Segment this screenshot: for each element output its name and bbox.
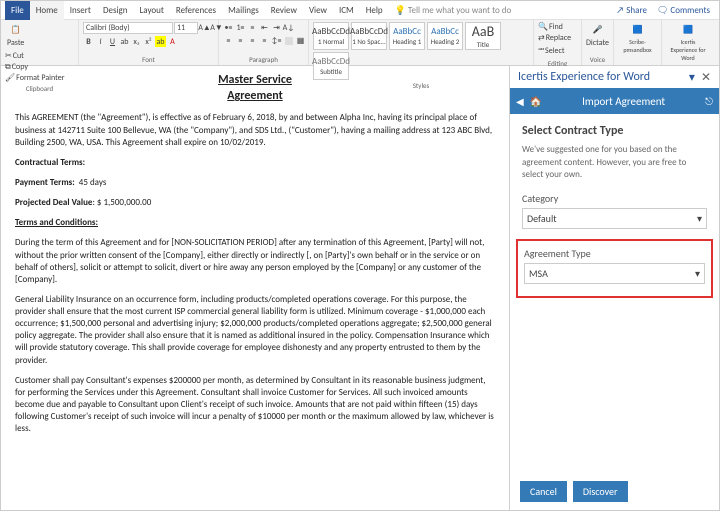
superscript-button[interactable]: x²: [143, 36, 154, 47]
pane-heading: Select Contract Type: [522, 124, 707, 138]
bold-button[interactable]: B: [83, 36, 94, 47]
indent-button[interactable]: ⇥: [271, 22, 282, 33]
font-color-button[interactable]: A: [167, 36, 178, 47]
addin-icon: 🟦: [631, 23, 645, 37]
line-spacing-button[interactable]: ↕≡: [271, 35, 282, 46]
category-label: Category: [522, 192, 707, 205]
find-icon: 🔍: [538, 22, 548, 32]
pane-title: Icertis Experience for Word: [518, 70, 650, 84]
tab-home[interactable]: Home: [30, 1, 64, 20]
align-right-button[interactable]: ≡: [247, 35, 258, 46]
group-voice: Voice: [586, 54, 609, 64]
tab-file[interactable]: File: [5, 1, 30, 20]
ribbon-tabs: File Home Insert Design Layout Reference…: [1, 1, 719, 20]
cut-icon: ✂: [5, 51, 12, 61]
paste-button[interactable]: 📋Paste: [5, 22, 26, 49]
highlight-button[interactable]: ab: [155, 36, 166, 47]
pane-close-button[interactable]: ✕: [701, 70, 711, 85]
tab-review[interactable]: Review: [265, 1, 303, 20]
multilevel-button[interactable]: ≡: [247, 22, 258, 33]
doc-intro: This AGREEMENT (the "Agreement"), is eff…: [15, 112, 495, 148]
pane-nav-title: Import Agreement: [548, 95, 699, 108]
cut-button[interactable]: ✂Cut: [5, 51, 65, 61]
select-icon: ⭲: [538, 44, 544, 58]
chevron-down-icon: ▾: [697, 212, 702, 225]
underline-button[interactable]: U: [107, 36, 118, 47]
tab-icm[interactable]: ICM: [333, 1, 360, 20]
pane-desc: We've suggested one for you based on the…: [522, 144, 707, 182]
grow-font-button[interactable]: A▲: [199, 23, 210, 34]
align-left-button[interactable]: ≡: [223, 35, 234, 46]
group-paragraph: Paragraph: [223, 54, 304, 64]
mic-icon: 🎤: [591, 23, 605, 37]
contractual-terms-heading: Contractual Terms:: [15, 157, 495, 169]
paste-icon: 📋: [9, 23, 23, 37]
agreement-type-highlight: Agreement Type MSA▾: [516, 239, 713, 298]
style-nospacing[interactable]: AaBbCcDd1 No Spac...: [351, 22, 387, 50]
home-icon[interactable]: 🏠: [530, 95, 542, 108]
chevron-down-icon: ▾: [695, 267, 700, 280]
icertis-icon: 🟦: [681, 23, 695, 37]
payment-terms-line: Payment Terms: 45 days: [15, 177, 495, 189]
signout-icon[interactable]: ⎋: [705, 95, 713, 108]
tab-insert[interactable]: Insert: [64, 1, 97, 20]
scribe-addin-button[interactable]: 🟦Scribe-pmsandbox: [618, 22, 657, 55]
tell-me[interactable]: 💡 Tell me what you want to do: [389, 1, 518, 20]
doc-title-2: Agreement: [15, 88, 495, 104]
borders-button[interactable]: ▦: [295, 35, 306, 46]
discover-button[interactable]: Discover: [573, 481, 628, 502]
strike-button[interactable]: ab: [119, 36, 130, 47]
tab-layout[interactable]: Layout: [134, 1, 170, 20]
agreement-type-label: Agreement Type: [524, 247, 705, 260]
category-dropdown[interactable]: Default▾: [522, 208, 707, 229]
agreement-type-dropdown[interactable]: MSA▾: [524, 263, 705, 284]
style-heading1[interactable]: AaBbCcHeading 1: [389, 22, 425, 50]
replace-icon: ⇄: [538, 33, 545, 43]
doc-p2: During the term of this Agreement and fo…: [15, 237, 495, 286]
share-button[interactable]: ↗ Share: [611, 5, 652, 16]
cancel-button[interactable]: Cancel: [520, 481, 567, 502]
outdent-button[interactable]: ⇤: [259, 22, 270, 33]
tab-mailings[interactable]: Mailings: [222, 1, 265, 20]
sort-button[interactable]: A↓: [283, 22, 294, 33]
icertis-addin-button[interactable]: 🟦Icertis Experience for Word: [666, 22, 710, 63]
tab-help[interactable]: Help: [360, 1, 389, 20]
deal-value-line: Projected Deal Value: $ 1,500,000.00: [15, 197, 495, 209]
tc-heading: Terms and Conditions:: [15, 217, 495, 229]
align-center-button[interactable]: ≡: [235, 35, 246, 46]
tab-references[interactable]: References: [170, 1, 222, 20]
pane-nav: ◀ 🏠 Import Agreement ⎋: [510, 88, 719, 114]
style-title[interactable]: AaBTitle: [465, 22, 501, 50]
ribbon: 📋Paste ✂Cut ⧉Copy 🖌Format Painter Clipbo…: [1, 20, 719, 66]
tab-design[interactable]: Design: [97, 1, 134, 20]
document-area[interactable]: Master Service Agreement This AGREEMENT …: [1, 66, 509, 510]
doc-title-1: Master Service: [15, 72, 495, 88]
tab-view[interactable]: View: [303, 1, 333, 20]
find-button[interactable]: 🔍Find: [538, 22, 563, 32]
numbering-button[interactable]: 1≡: [235, 22, 246, 33]
bullets-button[interactable]: •≡: [223, 22, 234, 33]
font-family-select[interactable]: Calibri (Body): [83, 22, 173, 34]
pane-dropdown-icon[interactable]: ▾: [689, 70, 695, 85]
group-font: Font: [83, 54, 214, 64]
back-icon[interactable]: ◀: [516, 95, 524, 108]
font-size-select[interactable]: 11: [174, 22, 198, 34]
justify-button[interactable]: ≡: [259, 35, 270, 46]
shading-button[interactable]: [283, 35, 294, 46]
task-pane: Icertis Experience for Word ▾ ✕ ◀ 🏠 Impo…: [509, 66, 719, 510]
doc-p3: General Liability Insurance on an occurr…: [15, 294, 495, 367]
doc-p4: Customer shall pay Consultant's expenses…: [15, 375, 495, 436]
dictate-button[interactable]: 🎤Dictate: [586, 22, 609, 49]
style-heading2[interactable]: AaBbCcHeading 2: [427, 22, 463, 50]
comments-button[interactable]: 🗨 Comments: [652, 5, 715, 16]
italic-button[interactable]: I: [95, 36, 106, 47]
replace-button[interactable]: ⇄Replace: [538, 33, 571, 43]
subscript-button[interactable]: x₂: [131, 36, 142, 47]
style-normal[interactable]: AaBbCcDd1 Normal: [313, 22, 349, 50]
select-button[interactable]: ⭲Select: [538, 44, 565, 58]
